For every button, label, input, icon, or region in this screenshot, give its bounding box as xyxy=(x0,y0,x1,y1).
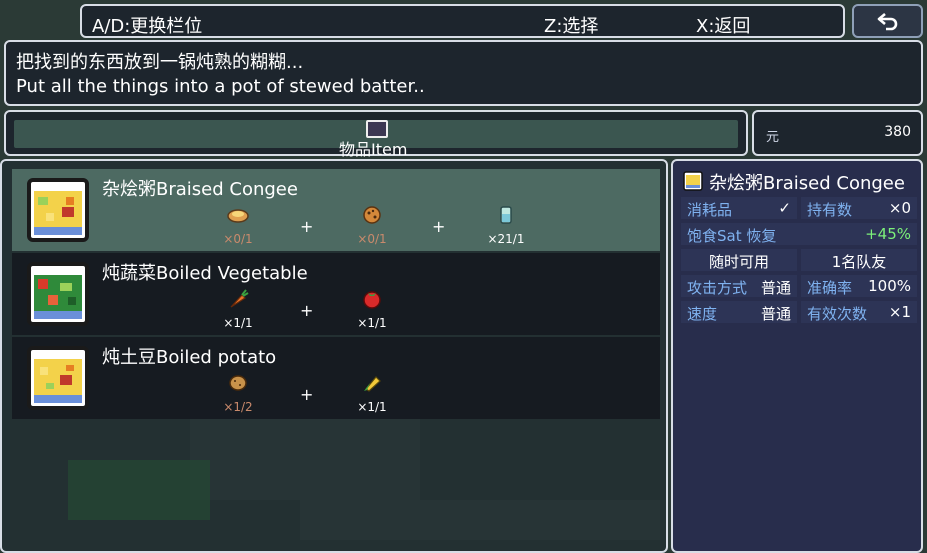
accuracy-label: 准确率 xyxy=(807,279,853,297)
currency-label: 元 xyxy=(766,130,780,145)
pie-icon xyxy=(227,209,249,223)
vegetable-stew-icon xyxy=(27,262,89,326)
ingredient-count: ×1/1 xyxy=(223,316,253,330)
ingredient-count: ×0/1 xyxy=(223,232,253,246)
hint-back: X:返回 xyxy=(696,16,751,37)
recipe-row-boiled-vegetable[interactable]: 炖蔬菜Boiled Vegetable ×1/1 + ×1/1 xyxy=(12,253,660,335)
return-arrow-icon xyxy=(877,13,897,31)
bag-icon xyxy=(366,120,388,138)
detail-title: 杂烩粥Braised Congee xyxy=(709,173,905,194)
corn-icon xyxy=(364,376,381,392)
speed-label: 速度 xyxy=(687,305,718,323)
uses-label: 有效次数 xyxy=(807,305,868,323)
potato-icon xyxy=(229,375,247,391)
ingredient-slot: ×1/1 xyxy=(342,373,402,414)
hint-switch-slot: A/D:更换栏位 xyxy=(92,16,203,37)
speed-row: 速度 普通 xyxy=(681,301,797,323)
back-button[interactable] xyxy=(852,4,923,38)
attack-label: 攻击方式 xyxy=(687,279,748,297)
hint-select: Z:选择 xyxy=(544,16,599,37)
plus-sign: + xyxy=(300,301,314,320)
owned-value: ×0 xyxy=(888,199,911,217)
congee-icon xyxy=(27,178,89,242)
ingredient-slot: ×1/2 xyxy=(208,373,268,414)
recipe-name: 炖蔬菜Boiled Vegetable xyxy=(102,263,308,284)
target-scope: 1名队友 xyxy=(801,249,917,271)
attack-value: 普通 xyxy=(760,279,791,297)
plus-sign: + xyxy=(300,385,314,404)
ingredient-slot: ×1/1 xyxy=(208,289,268,330)
recipe-name: 炖土豆Boiled potato xyxy=(102,347,277,368)
recipe-list: 杂烩粥Braised Congee ×0/1 + ×0/1 + ×21/1 炖蔬… xyxy=(0,159,668,553)
plus-sign: + xyxy=(300,217,314,236)
plus-sign: + xyxy=(432,217,446,236)
description-box: 把找到的东西放到一锅炖熟的糊糊... Put all the things in… xyxy=(4,40,923,106)
ingredient-count: ×1/2 xyxy=(223,400,253,414)
ingredient-slot: ×21/1 xyxy=(476,205,536,246)
satiety-value: +45% xyxy=(865,225,911,243)
consumable-value: ✓ xyxy=(778,199,791,217)
usable-text: 随时可用 xyxy=(708,253,769,271)
ingredient-slot: ×0/1 xyxy=(342,205,402,246)
description-chinese: 把找到的东西放到一锅炖熟的糊糊... xyxy=(16,52,304,73)
cookie-icon xyxy=(363,206,381,224)
owned-label: 持有数 xyxy=(807,201,853,219)
usable-timing: 随时可用 xyxy=(681,249,797,271)
ingredient-count: ×0/1 xyxy=(357,232,387,246)
control-hint-bar: A/D:更换栏位 Z:选择 X:返回 xyxy=(80,4,845,38)
money-amount: 380 xyxy=(884,124,911,140)
consumable-row: 消耗品 ✓ xyxy=(681,197,797,219)
tomato-icon xyxy=(363,291,381,309)
satiety-row: 饱食Sat 恢复 +45% xyxy=(681,223,917,245)
consumable-label: 消耗品 xyxy=(687,201,733,219)
speed-value: 普通 xyxy=(760,305,791,323)
water-cup-icon xyxy=(500,206,512,224)
ingredient-slot: ×0/1 xyxy=(208,205,268,246)
uses-row: 有效次数 ×1 xyxy=(801,301,917,323)
item-detail-panel: 杂烩粥Braised Congee 消耗品 ✓ 持有数 ×0 饱食Sat 恢复 … xyxy=(671,159,923,553)
ingredient-slot: ×1/1 xyxy=(342,289,402,330)
accuracy-row: 准确率 100% xyxy=(801,275,917,297)
description-english: Put all the things into a pot of stewed … xyxy=(16,76,425,97)
carrot-icon xyxy=(230,289,249,308)
ingredient-count: ×1/1 xyxy=(357,400,387,414)
owned-row: 持有数 ×0 xyxy=(801,197,917,219)
ingredient-count: ×21/1 xyxy=(487,232,525,246)
uses-value: ×1 xyxy=(888,303,911,321)
attack-row: 攻击方式 普通 xyxy=(681,275,797,297)
category-label: 物品Item xyxy=(339,140,408,159)
money-display: 元 380 xyxy=(752,110,923,156)
recipe-row-boiled-potato[interactable]: 炖土豆Boiled potato ×1/2 + ×1/1 xyxy=(12,337,660,419)
accuracy-value: 100% xyxy=(868,277,911,295)
satiety-label: 饱食Sat 恢复 xyxy=(687,227,777,245)
recipe-row-braised-congee[interactable]: 杂烩粥Braised Congee ×0/1 + ×0/1 + ×21/1 xyxy=(12,169,660,251)
recipe-name: 杂烩粥Braised Congee xyxy=(102,179,298,200)
potato-stew-icon xyxy=(27,346,89,410)
ingredient-count: ×1/1 xyxy=(357,316,387,330)
congee-icon xyxy=(683,171,703,191)
target-text: 1名队友 xyxy=(831,253,887,271)
